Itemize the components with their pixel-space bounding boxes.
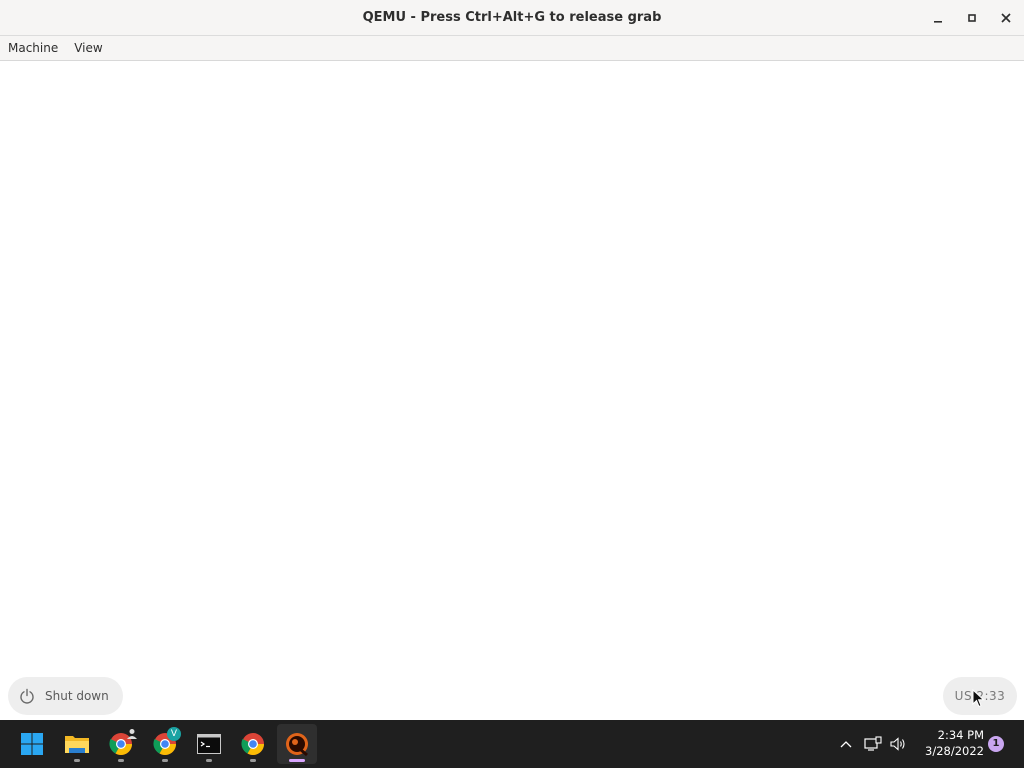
shutdown-label: Shut down xyxy=(45,689,109,703)
close-icon xyxy=(1001,13,1011,23)
clock-time: 2:34 PM xyxy=(937,728,984,742)
taskbar-terminal[interactable] xyxy=(189,724,229,764)
speaker-icon xyxy=(890,737,905,751)
power-icon xyxy=(20,688,34,704)
running-indicator xyxy=(162,759,168,762)
menubar: Machine View xyxy=(0,36,1024,61)
taskbar-chrome-profile-1[interactable] xyxy=(101,724,141,764)
shutdown-button[interactable]: Shut down xyxy=(8,677,123,715)
terminal-icon xyxy=(197,734,221,754)
windows-start-icon xyxy=(21,733,43,755)
menu-machine[interactable]: Machine xyxy=(2,36,64,61)
running-indicator xyxy=(250,759,256,762)
tray-volume-button[interactable] xyxy=(888,734,908,754)
maximize-button[interactable] xyxy=(962,8,982,28)
close-button[interactable] xyxy=(996,8,1016,28)
network-icon xyxy=(864,736,882,751)
profile-person-icon xyxy=(127,729,137,739)
chrome-icon xyxy=(241,733,264,755)
folder-icon xyxy=(65,736,89,753)
running-indicator xyxy=(74,759,80,762)
tray-network-button[interactable] xyxy=(863,734,883,754)
active-indicator xyxy=(289,759,305,762)
taskbar-file-explorer[interactable] xyxy=(57,724,97,764)
menu-view[interactable]: View xyxy=(68,36,108,61)
taskbar: V 2:34 PM 3/28/2022 xyxy=(0,720,1024,768)
chevron-up-icon xyxy=(840,741,852,748)
window-title: QEMU - Press Ctrl+Alt+G to release grab xyxy=(362,10,662,25)
mouse-cursor-icon xyxy=(972,689,985,708)
qemu-icon xyxy=(286,733,308,757)
taskbar-qemu[interactable] xyxy=(277,724,317,764)
taskbar-chrome[interactable] xyxy=(233,724,273,764)
minimize-icon xyxy=(934,21,942,23)
profile-badge: V xyxy=(167,727,181,741)
clock-date: 3/28/2022 xyxy=(925,744,984,758)
notification-badge[interactable]: 1 xyxy=(988,736,1004,752)
running-indicator xyxy=(118,759,124,762)
guest-display[interactable] xyxy=(0,61,1024,720)
tray-overflow-button[interactable] xyxy=(836,734,856,754)
maximize-icon xyxy=(968,14,976,22)
start-button[interactable] xyxy=(12,724,52,764)
taskbar-chrome-profile-2[interactable]: V xyxy=(145,724,185,764)
window-titlebar[interactable]: QEMU - Press Ctrl+Alt+G to release grab xyxy=(0,0,1024,36)
taskbar-clock[interactable]: 2:34 PM 3/28/2022 xyxy=(912,727,984,759)
minimize-button[interactable] xyxy=(928,8,948,28)
running-indicator xyxy=(206,759,212,762)
